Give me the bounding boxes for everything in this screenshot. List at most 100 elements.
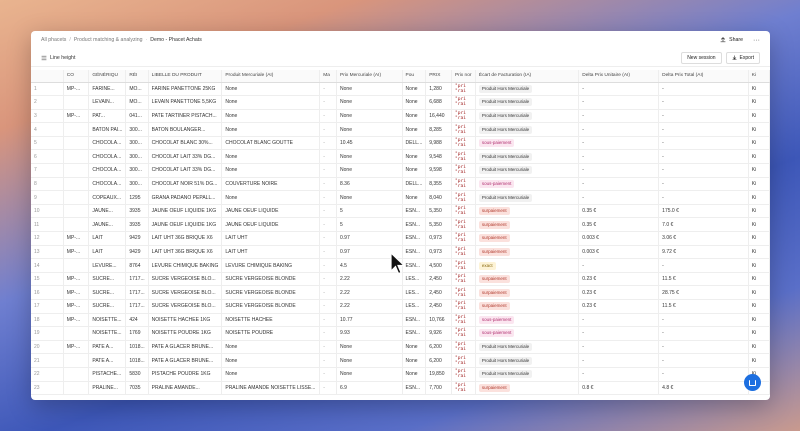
cell-du[interactable]: 0.35 €	[578, 204, 660, 219]
cell-du[interactable]: -	[578, 95, 660, 110]
cell-lib[interactable]: PATE A GLACER BRUNE...	[148, 353, 223, 368]
cell-co[interactable]	[63, 353, 90, 368]
cell-gen[interactable]: JAUNE...	[88, 204, 127, 219]
cell-ki[interactable]: Ki	[748, 326, 770, 341]
cell-prix-normalise[interactable]: "pri "rai	[451, 245, 476, 260]
cell-px[interactable]: 6,688	[425, 95, 452, 110]
cell-du[interactable]: 0.8 €	[578, 381, 660, 396]
cell-pou[interactable]: None	[402, 109, 427, 124]
line-height-button[interactable]: Line height	[41, 55, 75, 61]
cell-ref[interactable]: 8764	[125, 258, 149, 273]
cell-ki[interactable]: Ki	[748, 177, 770, 192]
cell-gen[interactable]: JAUNE...	[88, 217, 127, 233]
cell-co[interactable]	[63, 258, 90, 273]
cell-ki[interactable]: Ki	[748, 245, 770, 260]
cell-ma[interactable]: -	[319, 109, 338, 124]
cell-n[interactable]: 7	[31, 163, 64, 178]
cell-ecart[interactable]: surpaiement	[475, 299, 580, 314]
cell-prix[interactable]: 6.9	[336, 381, 403, 396]
cell-du[interactable]: -	[578, 258, 660, 273]
cell-gen[interactable]: PAT...	[88, 109, 127, 124]
cell-co[interactable]: MP-...	[63, 245, 90, 260]
cell-lib[interactable]: PATE TARTINER PISTACH...	[148, 109, 223, 124]
cell-ref[interactable]: 1717...	[125, 299, 149, 314]
cell-gen[interactable]: CHOCOLA...	[88, 177, 127, 192]
cell-px[interactable]: 9,598	[425, 163, 452, 178]
cell-pou[interactable]: None	[402, 367, 427, 382]
cell-n[interactable]: 3	[31, 109, 64, 124]
cell-ma[interactable]: -	[319, 353, 338, 368]
cell-ref[interactable]: 1717...	[125, 272, 149, 287]
cell-co[interactable]: MP-...	[63, 340, 90, 355]
cell-co[interactable]	[63, 204, 90, 219]
cell-pou[interactable]: DELL...	[402, 136, 427, 151]
cell-dt[interactable]: 7.0 €	[658, 217, 749, 233]
cell-gen[interactable]: COPEAUX...	[88, 190, 127, 205]
cell-px[interactable]: 0,973	[425, 231, 452, 246]
cell-pou[interactable]: ESN...	[402, 204, 427, 219]
cell-lib[interactable]: LAIT UHT 36G BRIQUE X6	[148, 245, 223, 260]
cell-ma[interactable]: -	[319, 231, 338, 246]
cell-gen[interactable]: BATON PAI...	[88, 122, 127, 137]
cell-ma[interactable]: -	[319, 340, 338, 355]
cell-prix-normalise[interactable]: "pri "rai	[451, 231, 476, 246]
cell-ref[interactable]: 9429	[125, 245, 149, 260]
cell-pm[interactable]: JAUNE OEUF LIQUIDE	[221, 217, 321, 233]
cell-n[interactable]: 15	[31, 272, 64, 287]
cell-pm[interactable]: LAIT UHT	[221, 231, 321, 246]
cell-ki[interactable]: Ki	[748, 149, 770, 165]
table-row[interactable]: 5 CHOCOLA... 300... CHOCOLAT BLANC 30%... CH…	[31, 136, 770, 151]
cell-ecart[interactable]: surpaiement	[475, 204, 580, 219]
cell-pou[interactable]: ESN...	[402, 231, 427, 246]
cell-ref[interactable]: 7035	[125, 381, 149, 396]
cell-prix-normalise[interactable]: "pri "rai	[451, 299, 476, 314]
cell-lib[interactable]: LAIT UHT 36G BRIQUE X6	[148, 231, 223, 246]
cell-ecart[interactable]: exact	[475, 258, 580, 273]
cell-dt[interactable]: -	[658, 177, 749, 192]
cell-ki[interactable]: Ki	[748, 217, 770, 233]
cell-co[interactable]: MP-...	[63, 272, 90, 287]
table-row[interactable]: 3 MP-... PAT... 041... PATE TARTINER PISTACH…	[31, 109, 770, 124]
cell-du[interactable]: -	[578, 109, 660, 124]
cell-ref[interactable]: 1769	[125, 326, 149, 341]
cell-n[interactable]: 19	[31, 326, 64, 341]
cell-pou[interactable]: DELL...	[402, 177, 427, 192]
cell-du[interactable]: -	[578, 190, 660, 205]
cell-ma[interactable]: -	[319, 285, 338, 300]
cell-ma[interactable]: -	[319, 82, 338, 97]
cell-n[interactable]: 17	[31, 299, 64, 314]
cell-n[interactable]: 22	[31, 367, 64, 382]
column-header[interactable]: GÉNÉRIQU	[88, 70, 127, 83]
cell-ecart[interactable]: Produit Hors Mercuriale	[475, 82, 580, 97]
table-row[interactable]: 10 JAUNE... 3935 JAUNE OEUF LIQUIDE 1KG JAUN…	[31, 204, 770, 219]
cell-ki[interactable]: Ki	[748, 353, 770, 368]
cell-lib[interactable]: LEVAIN PANETTONE 5,5KG	[148, 95, 223, 110]
cell-gen[interactable]: SUCRE...	[88, 285, 127, 300]
cell-ki[interactable]: Ki	[748, 258, 770, 273]
cell-pou[interactable]: None	[402, 95, 427, 110]
cell-lib[interactable]: SUCRE VERGEOISE BLO...	[148, 272, 223, 287]
cell-co[interactable]: MP-...	[63, 109, 90, 124]
cell-px[interactable]: 2,450	[425, 285, 452, 300]
cell-ref[interactable]: 3935	[125, 204, 149, 219]
cell-pm[interactable]: SUCRE VERGEOISE BLONDE	[221, 285, 321, 300]
cell-lib[interactable]: SUCRE VERGEOISE BLO...	[148, 299, 223, 314]
cell-ecart[interactable]: Produit Hors Mercuriale	[475, 122, 580, 137]
cell-prix[interactable]: None	[336, 163, 403, 178]
cell-pou[interactable]: None	[402, 353, 427, 368]
cell-px[interactable]: 19,850	[425, 367, 452, 382]
cell-pm[interactable]: None	[221, 149, 321, 165]
cell-n[interactable]: 5	[31, 136, 64, 151]
table-row[interactable]: 2 LEVAIN... MO... LEVAIN PANETTONE 5,5KG Non…	[31, 95, 770, 110]
cell-ecart[interactable]: sous-paiement	[475, 177, 580, 192]
cell-ma[interactable]: -	[319, 149, 338, 165]
cell-dt[interactable]: -	[658, 340, 749, 355]
cell-prix-normalise[interactable]: "pri "rai	[451, 272, 476, 287]
column-header[interactable]: Prix nor	[451, 70, 476, 83]
cell-gen[interactable]: NOISETTE...	[88, 326, 127, 341]
cell-gen[interactable]: PRALINE...	[88, 381, 127, 396]
cell-ecart[interactable]: Produit Hors Mercuriale	[475, 163, 580, 178]
cell-prix[interactable]: None	[336, 95, 403, 110]
cell-pou[interactable]: ESN...	[402, 381, 427, 396]
cell-ma[interactable]: -	[319, 326, 338, 341]
